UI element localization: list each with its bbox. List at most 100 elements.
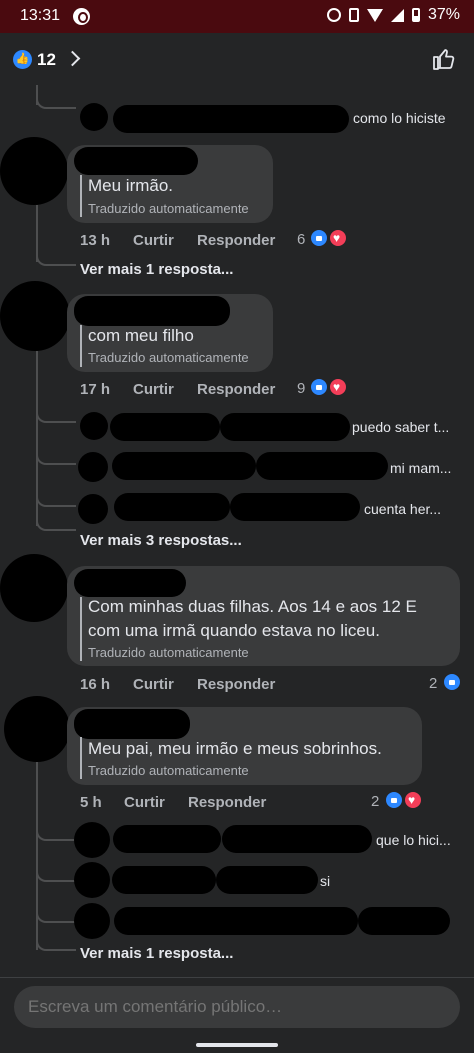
redacted-name [112,452,256,480]
like-button[interactable]: Curtir [133,232,174,249]
love-reaction-icon[interactable] [329,229,347,247]
comments-list: como lo hiciste Meu irmão. Traduzido aut… [0,85,474,977]
thread-connector [36,93,76,109]
home-gesture-handle[interactable] [196,1043,278,1047]
view-more-replies-link[interactable]: Ver mais 3 respostas... [80,532,242,549]
reply-text: cuenta her... [364,501,442,517]
reply-text: si [320,873,331,889]
redacted-name [74,569,186,597]
reply-button[interactable]: Responder [197,232,275,249]
like-reaction-icon[interactable] [310,229,328,247]
reply-text: mi mam... [390,460,452,476]
translation-quote-bar [80,737,82,779]
like-reaction-icon[interactable] [443,673,461,691]
thumbs-up-outline-icon[interactable] [432,47,456,71]
translation-note[interactable]: Traduzido automaticamente [88,763,249,778]
thread-connector [36,250,76,266]
like-button[interactable]: Curtir [133,676,174,693]
avatar[interactable] [78,452,108,482]
reply-text: que lo hici... [376,832,451,848]
comment-time: 16 h [80,676,111,693]
alarm-icon [326,8,341,22]
redacted-text [216,866,318,894]
redacted-name [112,866,216,894]
redacted-name [114,907,358,935]
like-button[interactable]: Curtir [124,794,165,811]
view-more-replies-link[interactable]: Ver mais 1 resposta... [80,945,233,962]
avatar[interactable] [80,412,108,440]
avatar[interactable] [0,554,68,622]
redacted-text [358,907,450,935]
translation-note[interactable]: Traduzido automaticamente [88,350,249,365]
reaction-count[interactable]: 2 [371,793,379,810]
whatsapp-icon [73,8,90,25]
comment-text: Com minhas duas filhas. Aos 14 e aos 12 … [88,597,417,616]
thread-connector [36,517,76,531]
signal-icon [390,8,404,22]
wifi-icon [366,8,383,22]
avatar[interactable] [80,103,108,131]
like-button[interactable]: Curtir [133,381,174,398]
redacted-name [110,413,220,441]
avatar[interactable] [74,903,110,939]
status-icons: 37% [326,6,460,24]
translation-note[interactable]: Traduzido automaticamente [88,645,249,660]
status-bar: 13:31 37% [0,0,474,33]
thread-line [36,762,38,950]
reactions-header: 👍 12 [0,33,474,85]
redacted-name [74,147,198,175]
battery-icon [411,8,420,22]
comment-time: 13 h [80,232,111,249]
avatar[interactable] [0,137,68,205]
avatar[interactable] [4,696,70,762]
translation-note[interactable]: Traduzido automaticamente [88,201,249,216]
navigation-bar [0,1036,474,1053]
thread-connector [36,937,76,951]
thread-connector [36,407,76,423]
redacted-text [230,493,360,521]
comment-text: com meu filho [88,326,194,345]
thread-connector [36,907,76,923]
view-more-replies-link[interactable]: Ver mais 1 resposta... [80,261,233,278]
reply-button[interactable]: Responder [188,794,266,811]
redacted-name [74,296,230,326]
thread-connector [36,825,76,841]
avatar[interactable] [0,281,70,351]
redacted-text [220,413,350,441]
reaction-count[interactable]: 6 [297,231,305,248]
comment-input[interactable] [14,986,460,1028]
reply-button[interactable]: Responder [197,381,275,398]
reply-text: como lo hiciste [353,110,446,126]
reply-button[interactable]: Responder [197,676,275,693]
comment-composer [0,977,474,1036]
vibrate-icon [348,8,359,22]
redacted-name [113,825,221,853]
chevron-right-icon[interactable] [64,50,81,67]
redacted-name [113,105,349,133]
redacted-name [74,709,190,739]
comment-text: com uma irmã quando estava no liceu. [88,621,380,640]
comment-text: Meu irmão. [88,176,174,195]
reaction-count[interactable]: 12 [37,50,56,70]
love-reaction-icon[interactable] [329,378,347,396]
redacted-text [256,452,388,480]
avatar[interactable] [74,862,110,898]
like-reaction-icon[interactable] [385,791,403,809]
thread-connector [36,491,76,507]
battery-level: 37% [427,6,460,23]
avatar[interactable] [74,822,110,858]
translation-quote-bar [80,175,82,217]
redacted-name [114,493,230,521]
comment-time: 17 h [80,381,111,398]
avatar[interactable] [78,494,108,524]
translation-quote-bar [80,325,82,367]
redacted-text [222,825,372,853]
reaction-count[interactable]: 2 [429,675,437,692]
like-reaction-icon[interactable]: 👍 [13,50,32,69]
like-reaction-icon[interactable] [310,378,328,396]
thread-connector [36,866,76,882]
comment-time: 5 h [80,794,102,811]
love-reaction-icon[interactable] [404,791,422,809]
thread-connector [36,449,76,465]
reaction-count[interactable]: 9 [297,380,305,397]
